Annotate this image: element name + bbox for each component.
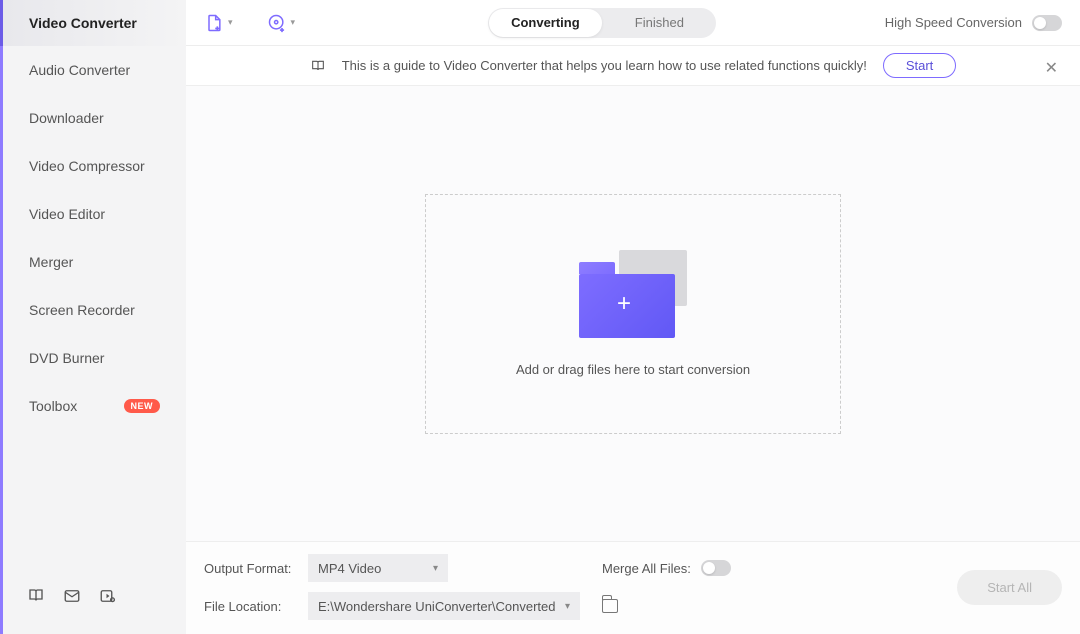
new-badge: NEW bbox=[124, 399, 161, 413]
high-speed-label: High Speed Conversion bbox=[885, 15, 1022, 30]
content-area: + Add or drag files here to start conver… bbox=[186, 86, 1080, 541]
chevron-down-icon: ▾ bbox=[565, 601, 570, 612]
dropzone[interactable]: + Add or drag files here to start conver… bbox=[425, 194, 841, 434]
file-location-select[interactable]: E:\Wondershare UniConverter\Converted ▾ bbox=[308, 592, 580, 620]
close-icon[interactable]: ✕ bbox=[1045, 58, 1058, 78]
add-file-group[interactable]: ▾ bbox=[204, 13, 233, 33]
chevron-down-icon: ▾ bbox=[291, 17, 296, 28]
file-location-label: File Location: bbox=[204, 599, 294, 614]
add-disc-icon bbox=[267, 13, 287, 33]
guide-text: This is a guide to Video Converter that … bbox=[342, 58, 867, 73]
file-location-value: E:\Wondershare UniConverter\Converted bbox=[318, 599, 556, 614]
sidebar-item-label: Downloader bbox=[29, 110, 104, 126]
merge-label: Merge All Files: bbox=[602, 561, 691, 576]
output-format-value: MP4 Video bbox=[318, 561, 381, 576]
sidebar-item-label: Video Editor bbox=[29, 206, 105, 222]
account-icon[interactable] bbox=[99, 587, 117, 610]
output-format-select[interactable]: MP4 Video ▾ bbox=[308, 554, 448, 582]
sidebar-item-video-converter[interactable]: Video Converter bbox=[3, 0, 186, 46]
dropzone-label: Add or drag files here to start conversi… bbox=[516, 362, 750, 377]
sidebar-item-label: Video Compressor bbox=[29, 158, 145, 174]
add-file-icon bbox=[204, 13, 224, 33]
start-all-button[interactable]: Start All bbox=[957, 570, 1062, 605]
guide-icon[interactable] bbox=[27, 587, 45, 610]
sidebar-item-toolbox[interactable]: Toolbox NEW bbox=[3, 382, 186, 430]
main-panel: ▾ ▾ Converting Finished High Speed Conve… bbox=[186, 0, 1080, 634]
sidebar-item-audio-converter[interactable]: Audio Converter bbox=[3, 46, 186, 94]
book-open-icon bbox=[310, 58, 326, 74]
guide-start-button[interactable]: Start bbox=[883, 53, 956, 78]
high-speed-group: High Speed Conversion bbox=[885, 15, 1062, 31]
chevron-down-icon: ▾ bbox=[228, 17, 233, 28]
sidebar-item-screen-recorder[interactable]: Screen Recorder bbox=[3, 286, 186, 334]
sidebar-item-label: Toolbox bbox=[29, 398, 77, 414]
folder-add-icon: + bbox=[579, 250, 687, 338]
sidebar-item-dvd-burner[interactable]: DVD Burner bbox=[3, 334, 186, 382]
add-disc-group[interactable]: ▾ bbox=[267, 13, 296, 33]
sidebar: Video Converter Audio Converter Download… bbox=[0, 0, 186, 634]
high-speed-toggle[interactable] bbox=[1032, 15, 1062, 31]
sidebar-item-merger[interactable]: Merger bbox=[3, 238, 186, 286]
sidebar-item-label: Audio Converter bbox=[29, 62, 130, 78]
sidebar-item-video-compressor[interactable]: Video Compressor bbox=[3, 142, 186, 190]
chevron-down-icon: ▾ bbox=[433, 563, 438, 574]
sidebar-item-label: DVD Burner bbox=[29, 350, 104, 366]
sidebar-item-video-editor[interactable]: Video Editor bbox=[3, 190, 186, 238]
guide-bar: This is a guide to Video Converter that … bbox=[186, 46, 1080, 86]
tab-converting[interactable]: Converting bbox=[489, 9, 602, 37]
merge-toggle[interactable] bbox=[701, 560, 731, 576]
sidebar-item-downloader[interactable]: Downloader bbox=[3, 94, 186, 142]
toolbar: ▾ ▾ Converting Finished High Speed Conve… bbox=[186, 0, 1080, 46]
sidebar-item-label: Video Converter bbox=[29, 15, 137, 31]
status-segment: Converting Finished bbox=[488, 8, 716, 38]
tab-finished[interactable]: Finished bbox=[603, 8, 716, 38]
open-folder-button[interactable] bbox=[602, 599, 618, 613]
sidebar-item-label: Screen Recorder bbox=[29, 302, 135, 318]
bottom-bar: Output Format: MP4 Video ▾ Merge All Fil… bbox=[186, 541, 1080, 634]
mail-icon[interactable] bbox=[63, 587, 81, 610]
output-format-label: Output Format: bbox=[204, 561, 294, 576]
sidebar-bottom bbox=[3, 573, 186, 634]
sidebar-item-label: Merger bbox=[29, 254, 73, 270]
